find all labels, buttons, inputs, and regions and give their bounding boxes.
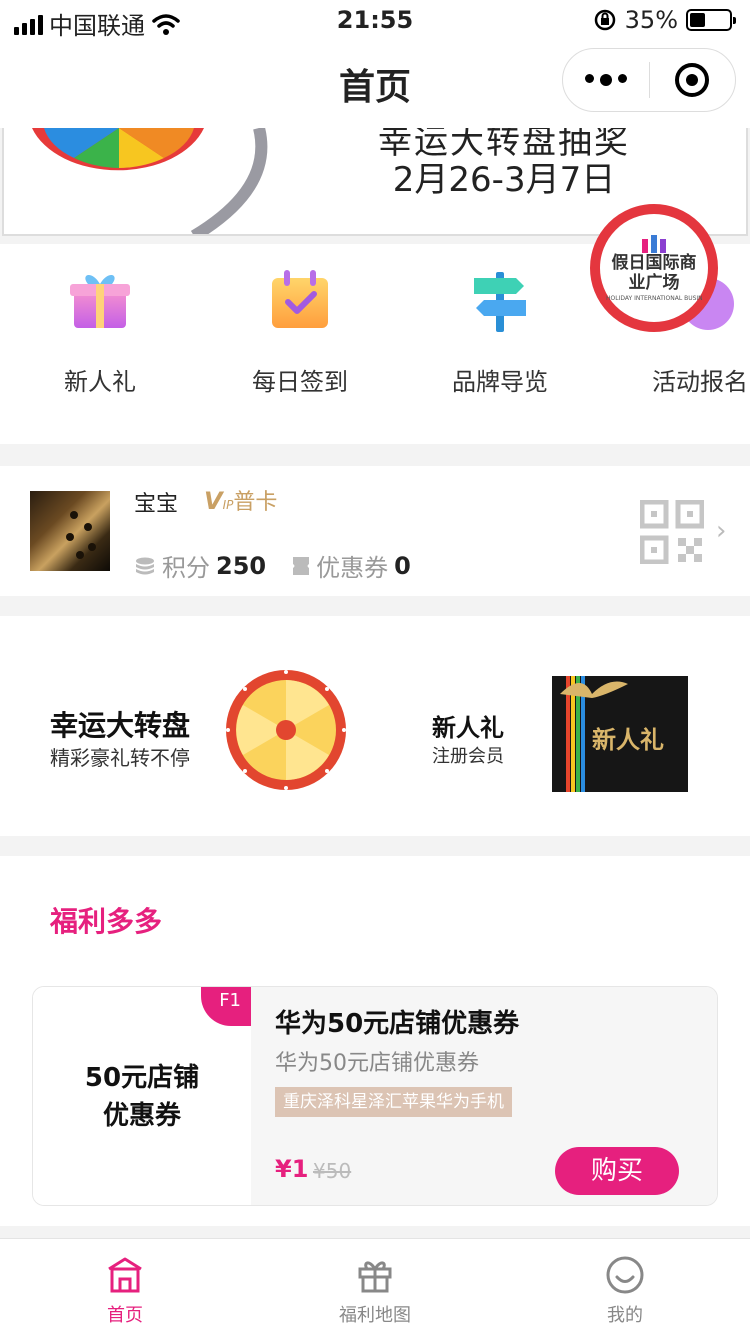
member-name: 宝宝: [134, 492, 179, 517]
target-icon: [675, 63, 710, 97]
quick-entry-label: 活动报名: [652, 368, 748, 396]
tab-label: 我的: [607, 1305, 643, 1326]
new-user-gift-subtitle: 注册会员: [432, 746, 504, 767]
coupon-title: 华为50元店铺优惠券: [275, 1009, 520, 1039]
gift-icon: [70, 274, 130, 328]
coupon-card[interactable]: 50元店铺 优惠券 F1 华为50元店铺优惠券 华为50元店铺优惠券 重庆泽科星…: [32, 986, 718, 1206]
lucky-wheel-title: 幸运大转盘: [50, 709, 191, 742]
quick-entry-label: 每日签到: [252, 368, 348, 396]
chevron-right-icon[interactable]: ›: [716, 516, 726, 546]
tab-label: 首页: [107, 1305, 143, 1326]
nav-bar: 首页: [0, 40, 750, 128]
mall-logo-icon: [642, 234, 666, 253]
points-value: 250: [216, 551, 267, 580]
points-label: 积分: [162, 554, 210, 582]
avatar[interactable]: [30, 491, 110, 571]
wheel-banner-graphic: [32, 128, 268, 234]
coupon-subtitle: 华为50元店铺优惠券: [275, 1051, 479, 1076]
coupon-icon: [293, 556, 310, 575]
welfare-section: 福利多多 50元店铺 优惠券 F1 华为50元店铺优惠券 华为50元店铺优惠券 …: [0, 856, 750, 1226]
vip-level: 普卡: [233, 490, 278, 515]
banner-dates: 2月26-3月7日: [392, 160, 616, 200]
promo-panel: 幸运大转盘 精彩豪礼转不停 新人礼 注册会员 新人礼: [0, 616, 750, 836]
member-stats: 积分 250 优惠券 0: [134, 548, 411, 583]
quick-entry-label: 品牌导览: [452, 368, 548, 396]
member-card[interactable]: 宝宝 VIP普卡 积分 250 优惠券 0 ›: [0, 466, 750, 596]
coupons-value: 0: [394, 551, 411, 580]
smile-icon: [606, 1256, 644, 1294]
mall-logo-badge: 假日国际商业广场 HOLIDAY INTERNATIONAL BUSINESS …: [590, 204, 718, 332]
gift-box-label: 新人礼: [592, 726, 664, 754]
coins-icon: [136, 557, 154, 574]
battery-icon: [686, 9, 736, 31]
tab-welfare-map[interactable]: 福利地图: [250, 1239, 500, 1334]
coupon-price: ¥1: [275, 1155, 309, 1183]
status-right: 35%: [593, 6, 736, 34]
tab-mine[interactable]: 我的: [500, 1239, 750, 1334]
miniprogram-capsule: [562, 48, 736, 112]
close-miniprogram-button[interactable]: [650, 63, 736, 97]
coupon-original-price: ¥50: [313, 1159, 352, 1183]
mall-logo-text: 假日国际商业广场: [611, 252, 697, 293]
mall-logo-subtext: HOLIDAY INTERNATIONAL BUSINESS PLAZA: [606, 294, 702, 302]
store-icon: [108, 1257, 142, 1293]
qr-code-icon[interactable]: [640, 500, 704, 564]
gift-box-icon: [358, 1261, 392, 1293]
tab-bar: 首页 福利地图 我的: [0, 1238, 750, 1334]
more-options-button[interactable]: [563, 74, 649, 86]
vip-mark: V: [204, 487, 223, 515]
vip-badge: VIP普卡: [204, 487, 278, 515]
coupons-label: 优惠券: [316, 554, 389, 582]
calendar-check-icon: [272, 270, 328, 328]
new-user-gift-title: 新人礼: [432, 714, 504, 742]
quick-entry-new-user-gift[interactable]: 新人礼: [0, 244, 200, 444]
quick-entry-label: 新人礼: [64, 368, 136, 396]
rotation-lock-icon: [594, 9, 615, 31]
prize-wheel-icon: [226, 670, 346, 790]
status-bar: 中国联通 21:55 35%: [0, 0, 750, 40]
store-tag: 重庆泽科星泽汇苹果华为手机: [275, 1087, 512, 1117]
tab-home[interactable]: 首页: [0, 1239, 250, 1334]
coupon-face-line1: 50元店铺: [84, 1063, 200, 1093]
quick-entry-daily-checkin[interactable]: 每日签到: [200, 244, 400, 444]
tab-label: 福利地图: [339, 1305, 411, 1326]
coupon-details: 华为50元店铺优惠券 华为50元店铺优惠券 重庆泽科星泽汇苹果华为手机 ¥1 ¥…: [251, 987, 717, 1205]
section-title: 福利多多: [50, 905, 163, 938]
lucky-wheel-subtitle: 精彩豪礼转不停: [50, 746, 190, 770]
battery-percent: 35%: [624, 6, 678, 34]
quick-entry-brand-guide[interactable]: 品牌导览: [400, 244, 600, 444]
buy-button[interactable]: 购买: [555, 1147, 679, 1195]
coupon-face-line2: 优惠券: [102, 1101, 181, 1131]
gift-box-image: 新人礼: [552, 676, 688, 792]
signpost-icon: [474, 272, 526, 332]
